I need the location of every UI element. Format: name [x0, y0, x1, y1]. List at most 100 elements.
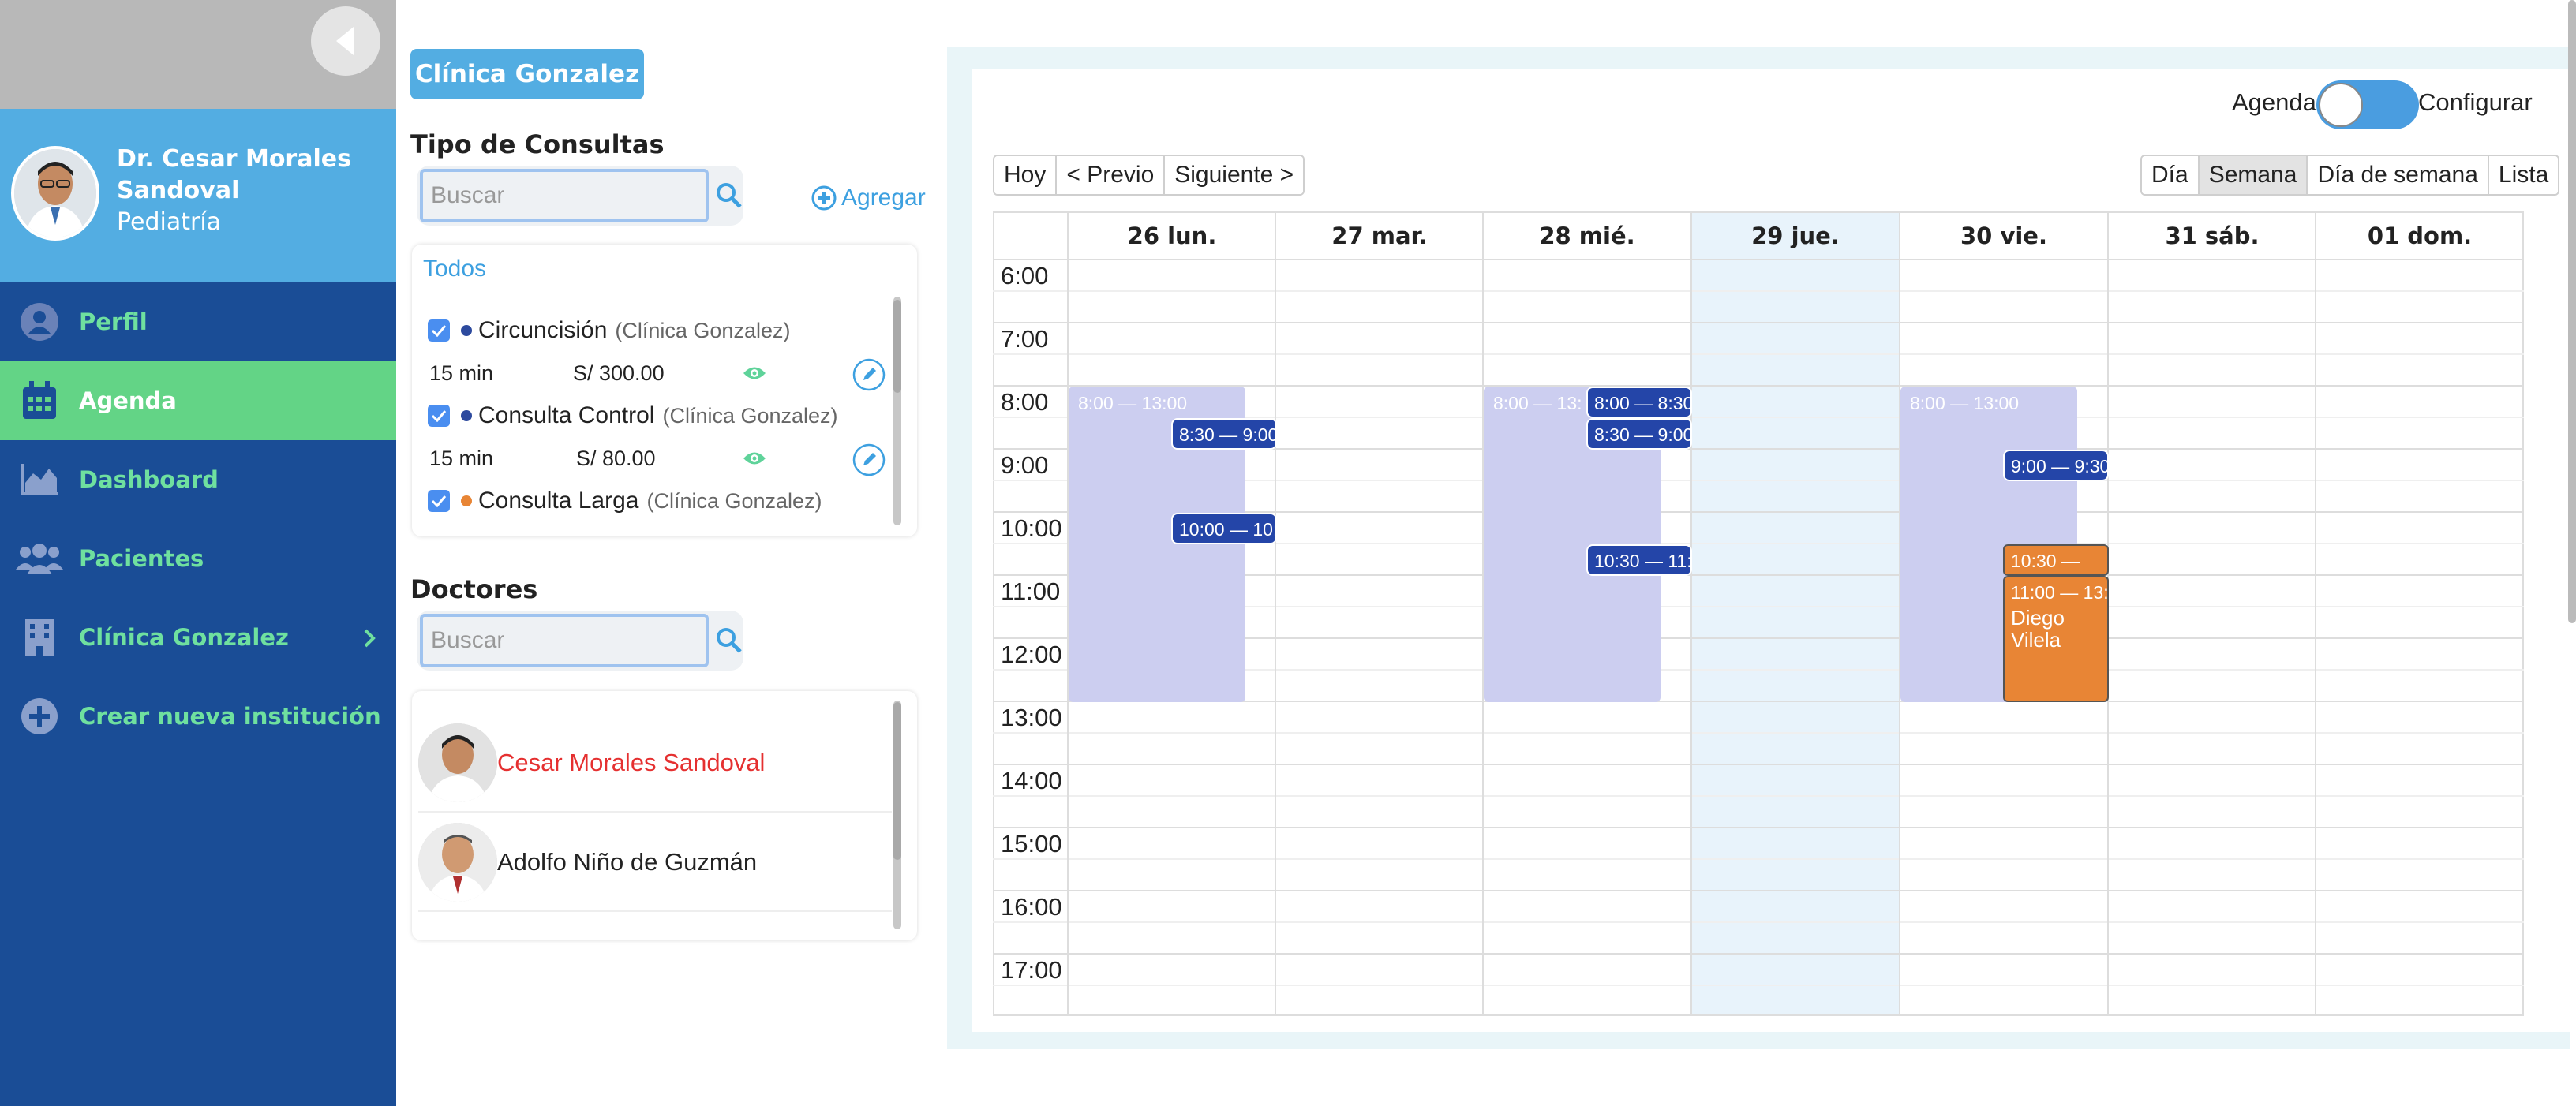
sidebar-item-clinica[interactable]: Clínica Gonzalez [0, 598, 396, 677]
list-item[interactable]: Consulta Larga (Clínica Gonzalez) [428, 488, 822, 514]
day-header-fri[interactable]: 30 vie. [1900, 213, 2107, 259]
edit-icon[interactable] [852, 358, 886, 391]
event-wed-2[interactable]: 8:30 — 9:00 [1586, 418, 1692, 450]
list-item[interactable]: Circuncisión (Clínica Gonzalez) [428, 317, 790, 344]
today-button[interactable]: Hoy [994, 156, 1058, 194]
time-label: 7:00 [1001, 325, 1049, 353]
building-icon [25, 619, 54, 656]
time-label: 6:00 [1001, 262, 1049, 290]
doctors-scroll-thumb[interactable] [893, 702, 901, 860]
sidebar-item-label: Crear nueva institución [79, 703, 381, 730]
check-icon [431, 495, 447, 507]
view-buttons: Día Semana Día de semana Lista [2140, 155, 2560, 196]
availability-label: 8:00 — 13:00 [1910, 393, 2020, 413]
time-label: 8:00 [1001, 388, 1049, 416]
avatar[interactable] [11, 146, 99, 241]
half-hour-line [993, 353, 2524, 355]
check-icon [431, 325, 447, 337]
filter-all[interactable]: Todos [423, 256, 486, 282]
sidebar-item-label: Perfil [79, 308, 148, 335]
event-wed-3[interactable]: 10:30 — 11: [1586, 544, 1692, 576]
color-dot [461, 410, 472, 421]
area-chart-icon [21, 464, 58, 495]
doctor-surname: Sandoval [117, 177, 240, 204]
time-label: 14:00 [1001, 767, 1062, 794]
view-list-button[interactable]: Lista [2488, 156, 2559, 194]
consult-search-input[interactable]: Buscar [420, 169, 709, 222]
page-scrollbar[interactable] [2568, 0, 2576, 623]
avatar [418, 723, 497, 802]
time-label: 13:00 [1001, 704, 1062, 731]
calendar-icon [23, 381, 56, 419]
day-header-tue[interactable]: 27 mar. [1276, 213, 1483, 259]
sidebar-item-pacientes[interactable]: Pacientes [0, 519, 396, 598]
sidebar-item-label: Clínica Gonzalez [79, 624, 289, 651]
event-fri-3[interactable]: 11:00 — 13: Diego Vilela [2003, 576, 2109, 702]
plus-circle-icon [811, 185, 837, 211]
view-weekday-button[interactable]: Día de semana [2308, 156, 2489, 194]
half-hour-line [993, 795, 2524, 797]
event-mon-1[interactable]: 8:30 — 9:00 [1171, 418, 1277, 450]
consult-name: Circuncisión [478, 317, 608, 343]
user-circle-icon [21, 303, 58, 341]
event-fri-1[interactable]: 9:00 — 9:30 [2003, 450, 2109, 481]
sidebar-item-perfil[interactable]: Perfil [0, 282, 396, 361]
toggle-knob[interactable] [2319, 83, 2363, 127]
triangle-left-icon [336, 27, 354, 55]
hour-line [993, 953, 2524, 955]
doctors-title: Doctores [410, 574, 538, 604]
checkbox-circuncision[interactable] [428, 319, 450, 342]
view-week-button[interactable]: Semana [2199, 156, 2308, 194]
consult-duration: 15 min [429, 361, 494, 385]
event-time: 11:00 — 13: [2011, 582, 2109, 603]
time-label: 11:00 [1001, 577, 1061, 605]
day-header-thu[interactable]: 29 jue. [1692, 213, 1899, 259]
checkbox-consulta-larga[interactable] [428, 490, 450, 512]
event-mon-2[interactable]: 10:00 — 10: [1171, 513, 1277, 544]
event-fri-2[interactable]: 10:30 — 11: [2003, 544, 2109, 576]
doctor-photo [418, 823, 497, 902]
availability-label: 8:00 — 13: [1493, 393, 1582, 413]
clinic-button[interactable]: Clínica Gonzalez [410, 49, 644, 99]
edit-icon[interactable] [852, 443, 886, 476]
consult-list-scroll-thumb[interactable] [893, 300, 901, 393]
prev-button[interactable]: < Previo [1057, 156, 1166, 194]
eye-icon[interactable] [742, 450, 767, 467]
doctor-item-cesar[interactable]: Cesar Morales Sandoval [418, 715, 892, 813]
time-label: 16:00 [1001, 893, 1062, 921]
checkbox-consulta-control[interactable] [428, 405, 450, 427]
view-day-button[interactable]: Día [2142, 156, 2200, 194]
search-icon[interactable] [715, 626, 743, 655]
doctor-search-input[interactable]: Buscar [420, 614, 709, 667]
check-icon [431, 410, 447, 422]
hour-line [993, 764, 2524, 765]
consult-duration: 15 min [429, 447, 494, 470]
hour-line [993, 890, 2524, 891]
sidebar-item-label: Dashboard [79, 466, 219, 493]
time-label: 12:00 [1001, 641, 1062, 668]
next-button[interactable]: Siguiente > [1165, 156, 1304, 194]
time-label: 15:00 [1001, 830, 1062, 858]
consult-name: Consulta Larga [478, 488, 639, 514]
sidebar-item-agenda[interactable]: Agenda [0, 361, 396, 440]
add-consult-button[interactable]: Agregar [811, 185, 926, 211]
search-icon[interactable] [715, 181, 743, 210]
half-hour-line [993, 732, 2524, 734]
day-header-sat[interactable]: 31 sáb. [2109, 213, 2316, 259]
consult-search: Buscar [417, 166, 743, 226]
event-wed-1[interactable]: 8:00 — 8:30 [1586, 387, 1692, 418]
toggle-label-agendar: Agendar [2232, 88, 2325, 116]
sidebar-item-crear-institucion[interactable]: Crear nueva institución [0, 677, 396, 756]
sidebar-item-dashboard[interactable]: Dashboard [0, 440, 396, 519]
consult-clinic: (Clínica Gonzalez) [615, 318, 791, 342]
event-patient: Diego Vilela [2011, 606, 2065, 652]
day-header-sun[interactable]: 01 dom. [2316, 213, 2523, 259]
doctor-item-adolfo[interactable]: Adolfo Niño de Guzmán [418, 814, 892, 912]
list-item[interactable]: Consulta Control (Clínica Gonzalez) [428, 402, 838, 429]
eye-icon[interactable] [742, 364, 767, 382]
plus-circle-icon [21, 698, 58, 734]
day-header-mon[interactable]: 26 lun. [1069, 213, 1275, 259]
collapse-sidebar-button[interactable] [311, 6, 380, 76]
day-header-wed[interactable]: 28 mié. [1484, 213, 1690, 259]
doctor-photo [418, 723, 497, 802]
